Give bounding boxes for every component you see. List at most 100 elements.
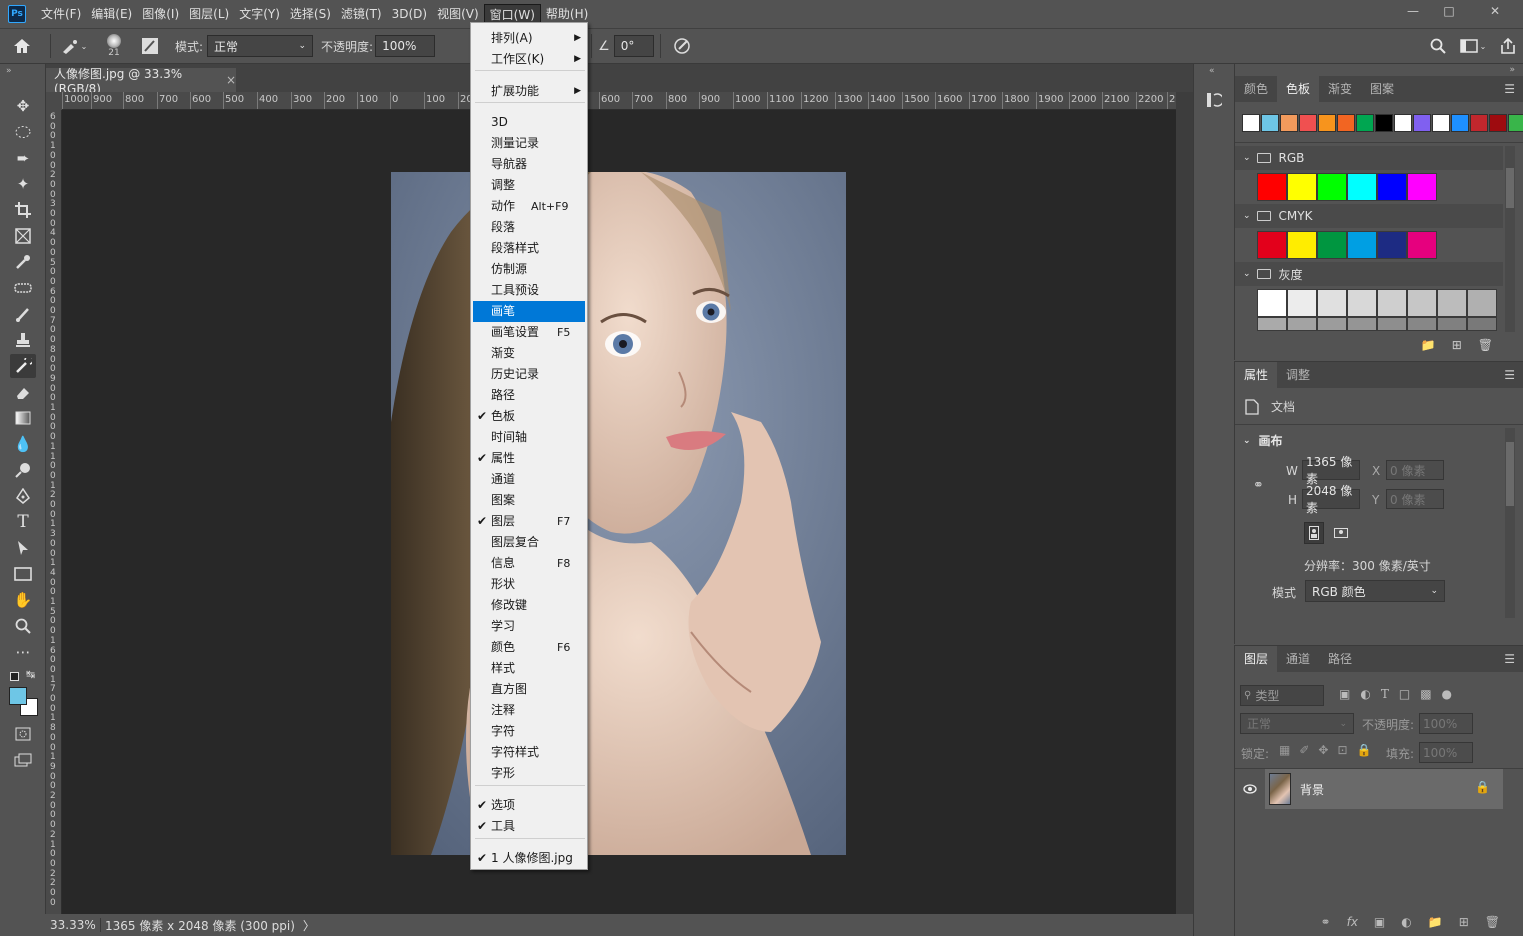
window-menu-item[interactable]: 排列(A) ▶ <box>473 28 585 49</box>
type-filter-icon[interactable]: T <box>1381 687 1389 701</box>
swap-colors-icon[interactable]: ↹ <box>26 668 35 681</box>
recent-swatch[interactable] <box>1337 114 1355 132</box>
search-button[interactable] <box>1423 38 1453 54</box>
magic-wand-tool[interactable]: ✦ <box>10 172 36 196</box>
close-tab-icon[interactable]: × <box>226 73 236 87</box>
window-menu-item[interactable]: 修改键 <box>473 595 585 616</box>
layer-visibility-toggle[interactable] <box>1235 769 1265 809</box>
recent-swatch[interactable] <box>1280 114 1298 132</box>
menu-layer[interactable]: 图层(L) <box>184 4 234 24</box>
window-menu-item[interactable]: ✔ 色板 <box>473 406 585 427</box>
color-swatch[interactable] <box>1407 173 1437 201</box>
swatches-scrollbar[interactable] <box>1505 146 1515 332</box>
collapse-toggle[interactable]: « <box>1209 66 1215 76</box>
window-menu-item[interactable]: 画笔设置 F5 <box>473 322 585 343</box>
menu-edit[interactable]: 编辑(E) <box>86 4 137 24</box>
fill-input[interactable]: 100% <box>1419 742 1473 763</box>
window-menu-item[interactable]: ✔ 工具 <box>473 816 585 837</box>
recent-swatch[interactable] <box>1242 114 1260 132</box>
recent-swatch[interactable] <box>1432 114 1450 132</box>
color-swatch[interactable] <box>1377 231 1407 259</box>
window-menu-item[interactable]: ✔ 属性 <box>473 448 585 469</box>
opacity-input[interactable]: 100% <box>375 35 436 57</box>
properties-scrollbar[interactable] <box>1505 428 1515 618</box>
hand-tool[interactable]: ✋ <box>10 588 36 612</box>
color-swatch[interactable] <box>1257 317 1287 331</box>
share-button[interactable] <box>1493 37 1523 55</box>
window-menu-item[interactable]: 段落样式 <box>473 238 585 259</box>
pen-tool[interactable] <box>10 484 36 508</box>
eyedropper-tool[interactable] <box>10 250 36 274</box>
blur-tool[interactable]: 💧 <box>10 432 36 456</box>
dodge-tool[interactable] <box>10 458 36 482</box>
tab-patterns[interactable]: 图案 <box>1361 76 1403 102</box>
y-input[interactable]: 0 像素 <box>1386 489 1444 509</box>
tab-swatches[interactable]: 色板 <box>1277 76 1320 102</box>
home-button[interactable] <box>0 38 44 54</box>
panel-menu-icon[interactable]: ☰ <box>1504 652 1515 666</box>
delete-icon[interactable]: 🗑 <box>1478 338 1493 352</box>
quick-mask-button[interactable] <box>10 722 36 746</box>
brush-tool[interactable] <box>10 302 36 326</box>
lasso-tool[interactable]: ➨ <box>10 146 36 170</box>
collapse-toggle[interactable]: » <box>1509 65 1515 75</box>
window-menu-item[interactable]: ✔ 图层 F7 <box>473 511 585 532</box>
brush-size-picker[interactable]: 21 <box>91 34 137 58</box>
color-swatch[interactable] <box>1257 173 1287 201</box>
panel-menu-icon[interactable]: ☰ <box>1504 368 1515 382</box>
document-tab[interactable]: 人像修图.jpg @ 33.3%(RGB/8) × <box>46 67 236 96</box>
zoom-level[interactable]: 33.33% <box>50 918 96 932</box>
color-swatch[interactable] <box>1317 289 1347 317</box>
window-menu-item[interactable]: 图层复合 <box>473 532 585 553</box>
window-menu-item[interactable]: 测量记录 <box>473 133 585 154</box>
window-menu-item[interactable]: 形状 <box>473 574 585 595</box>
color-swatch[interactable] <box>1437 289 1467 317</box>
workspace-switcher[interactable]: ⌄ <box>1453 39 1493 53</box>
color-swatch[interactable] <box>1467 317 1497 331</box>
recent-swatch[interactable] <box>1299 114 1317 132</box>
close-button[interactable]: ✕ <box>1467 0 1523 22</box>
recent-swatch[interactable] <box>1489 114 1507 132</box>
window-menu-item[interactable]: 段落 <box>473 217 585 238</box>
lock-artboard-icon[interactable]: ⊡ <box>1337 743 1347 757</box>
tool-preset-picker[interactable]: ⌄ <box>57 38 91 54</box>
color-swatch[interactable] <box>1257 231 1287 259</box>
menu-image[interactable]: 图像(I) <box>137 4 184 24</box>
window-menu-item[interactable]: 动作 Alt+F9 <box>473 196 585 217</box>
recent-swatch[interactable] <box>1375 114 1393 132</box>
adjustment-filter-icon[interactable]: ◐ <box>1360 687 1370 701</box>
window-menu-item[interactable]: ✔ 1 人像修图.jpg <box>473 848 585 869</box>
swatch-group-header[interactable]: ⌄ 灰度 <box>1235 262 1503 286</box>
color-swatch[interactable] <box>1287 173 1317 201</box>
width-input[interactable]: 1365 像素 <box>1302 455 1360 486</box>
recent-swatch[interactable] <box>1394 114 1412 132</box>
window-menu-item[interactable]: 信息 F8 <box>473 553 585 574</box>
color-swatch[interactable] <box>1347 317 1377 331</box>
window-menu-item[interactable]: 字形 <box>473 763 585 784</box>
window-menu-item[interactable]: 工作区(K) ▶ <box>473 49 585 70</box>
restore-button[interactable]: □ <box>1431 0 1467 22</box>
marquee-tool[interactable] <box>10 120 36 144</box>
menu-filter[interactable]: 滤镜(T) <box>336 4 387 24</box>
new-swatch-icon[interactable]: ⊞ <box>1452 338 1462 352</box>
color-mode-select[interactable]: RGB 颜色 ⌄ <box>1305 580 1445 602</box>
edit-toolbar-button[interactable]: ⋯ <box>10 640 36 664</box>
shape-filter-icon[interactable]: □ <box>1399 687 1410 701</box>
window-menu-item[interactable]: 学习 <box>473 616 585 637</box>
recent-swatch[interactable] <box>1318 114 1336 132</box>
add-mask-icon[interactable]: ▣ <box>1374 915 1385 929</box>
window-menu-item[interactable]: 路径 <box>473 385 585 406</box>
adjustment-layer-icon[interactable]: ◐ <box>1401 915 1411 929</box>
lock-position-icon[interactable]: ✥ <box>1318 743 1328 757</box>
window-menu-item[interactable]: 导航器 <box>473 154 585 175</box>
window-menu-item[interactable]: 样式 <box>473 658 585 679</box>
tab-gradients[interactable]: 渐变 <box>1319 76 1361 102</box>
layer-opacity-input[interactable]: 100% <box>1419 713 1473 734</box>
recent-swatch[interactable] <box>1413 114 1431 132</box>
window-menu-item[interactable]: 渐变 <box>473 343 585 364</box>
color-swatch[interactable] <box>1317 231 1347 259</box>
window-menu-item[interactable]: 扩展功能 ▶ <box>473 81 585 102</box>
menu-view[interactable]: 视图(V) <box>432 4 484 24</box>
link-icon[interactable]: ⚭ <box>1253 478 1264 493</box>
delete-layer-icon[interactable]: 🗑 <box>1485 915 1500 929</box>
